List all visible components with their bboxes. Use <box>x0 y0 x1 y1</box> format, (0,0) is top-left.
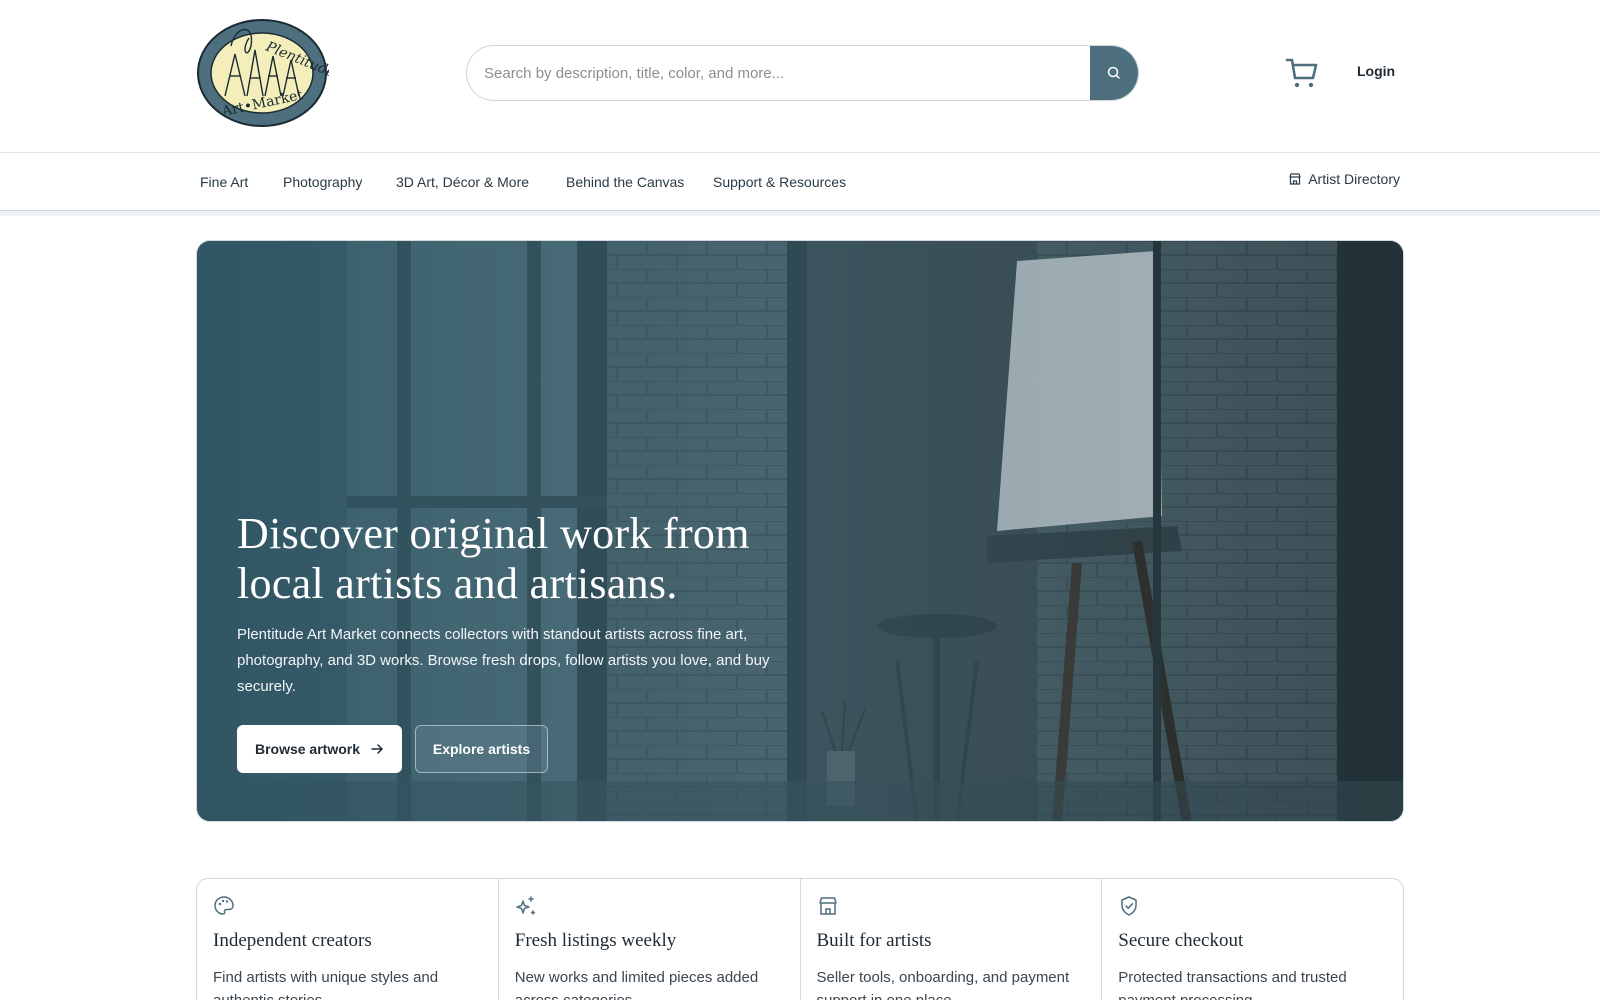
feature-title: Built for artists <box>816 930 932 951</box>
site-header: Plentitude Art•Market Login <box>0 0 1600 153</box>
feature-card: Secure checkout Protected transactions a… <box>1102 879 1403 1000</box>
cart-button[interactable] <box>1285 56 1319 90</box>
browse-artwork-button[interactable]: Browse artwork <box>237 725 402 773</box>
shield-check-icon <box>1121 896 1137 916</box>
hero-title: Discover original work from local artist… <box>237 509 750 608</box>
login-link[interactable]: Login <box>1357 63 1395 79</box>
nav-item-behind-the-canvas[interactable]: Behind the Canvas <box>566 174 684 190</box>
nav-item-photography[interactable]: Photography <box>283 174 362 190</box>
hero-banner: Discover original work from local artist… <box>196 240 1404 822</box>
feature-text: Protected transactions and trusted payme… <box>1118 969 1347 1000</box>
feature-title: Secure checkout <box>1118 930 1244 951</box>
search-input[interactable] <box>467 46 1090 100</box>
nav-item-fine-art[interactable]: Fine Art <box>200 174 248 190</box>
hero-subtitle: Plentitude Art Market connects collector… <box>237 626 770 695</box>
cart-icon <box>1285 58 1318 88</box>
main-nav: Fine Art Photography 3D Art, Décor & Mor… <box>0 153 1600 211</box>
feature-title: Fresh listings weekly <box>514 930 677 951</box>
feature-card: Independent creators Find artists with u… <box>197 879 499 1000</box>
feature-card: Built for artists Seller tools, onboardi… <box>801 879 1103 1000</box>
explore-artists-button[interactable]: Explore artists <box>415 725 548 773</box>
store-icon <box>818 897 837 915</box>
sparkles-icon <box>516 896 535 915</box>
feature-text: Find artists with unique styles and auth… <box>213 969 439 1000</box>
artist-directory-label: Artist Directory <box>1308 171 1400 187</box>
palette-icon <box>214 896 234 915</box>
artist-directory-link[interactable]: Artist Directory <box>1288 171 1400 187</box>
nav-item-3d-art[interactable]: 3D Art, Décor & More <box>396 174 529 190</box>
feature-card: Fresh listings weekly New works and limi… <box>499 879 801 1000</box>
nav-divider <box>0 211 1600 216</box>
browse-artwork-label: Browse artwork <box>254 741 361 757</box>
arrow-right-icon <box>371 744 383 754</box>
plentitude-logo[interactable]: Plentitude Art•Market <box>195 16 337 130</box>
nav-item-support[interactable]: Support & Resources <box>713 174 846 190</box>
feature-title: Independent creators <box>213 930 372 951</box>
feature-text: Seller tools, onboarding, and payment su… <box>816 969 1070 1000</box>
features-strip: Independent creators Find artists with u… <box>196 878 1404 1000</box>
search-button[interactable] <box>1090 46 1138 100</box>
search-bar <box>466 45 1139 101</box>
store-icon <box>1289 173 1301 185</box>
feature-text: New works and limited pieces added acros… <box>514 969 759 1000</box>
search-icon <box>1107 66 1120 79</box>
